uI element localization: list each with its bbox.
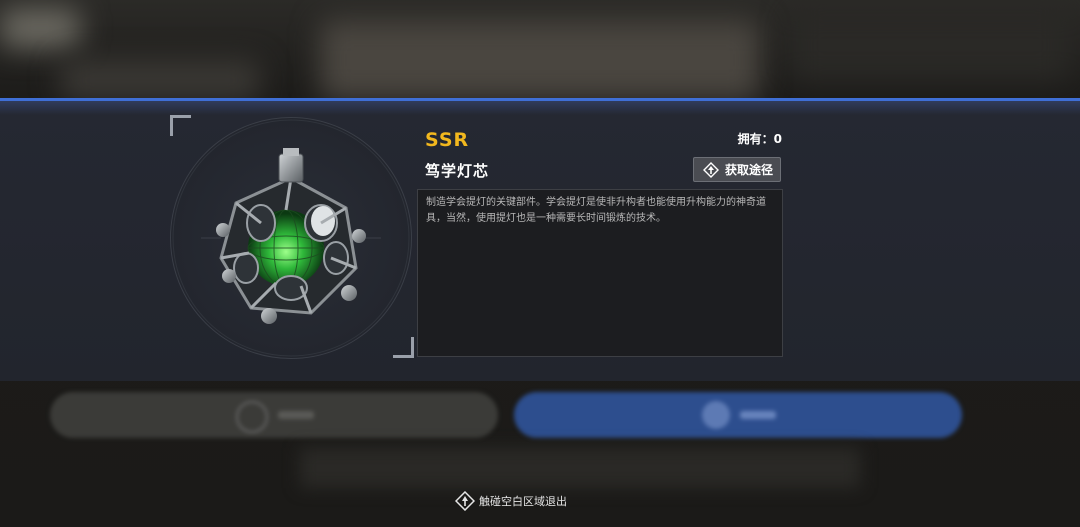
- item-name: 笃学灯芯: [425, 162, 490, 180]
- frame-corner-bottom-right: [393, 337, 414, 358]
- owned-count: 拥有：0: [737, 132, 782, 146]
- item-description: 制造学会提灯的关键部件。学会提灯是使非升构者也能使用升构能力的神奇道具，当然，使…: [417, 189, 783, 357]
- obtain-route-button[interactable]: 获取途径: [693, 157, 781, 182]
- diamond-arrow-icon: [703, 161, 719, 178]
- background-right-button: [514, 392, 962, 438]
- exit-hint-label: 触碰空白区域退出: [479, 495, 567, 508]
- item-info-panel: SSR 笃学灯芯 拥有：0 获取途径 制造学会提灯的关键部件。学会提灯是使非升构…: [0, 98, 1080, 381]
- svg-text:SSR: SSR: [425, 129, 469, 150]
- frame-corner-top-left: [170, 115, 191, 136]
- exit-hint[interactable]: 触碰空白区域退出: [455, 491, 567, 511]
- lamp-core-icon: [172, 119, 410, 357]
- obtain-route-label: 获取途径: [725, 163, 774, 177]
- tap-exit-icon: [455, 491, 475, 511]
- background-left-button: [50, 392, 498, 438]
- item-icon-frame: [170, 117, 412, 359]
- rarity-badge: SSR: [425, 129, 469, 150]
